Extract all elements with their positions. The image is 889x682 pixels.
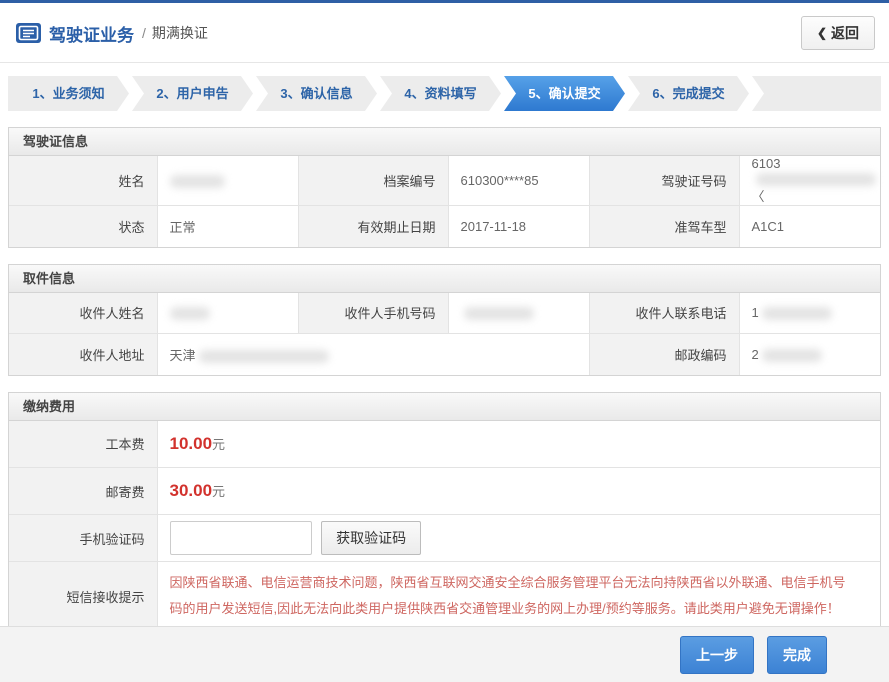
sms-notice-text: 因陕西省联通、电信运营商技术问题，陕西省互联网交通安全综合服务管理平台无法向持陕… [158, 562, 881, 630]
redacted-license-no [756, 173, 876, 186]
sms-code-cell: 获取验证码 [157, 515, 880, 562]
redacted-zip [762, 349, 822, 362]
recipient-phone-label: 收件人联系电话 [589, 293, 739, 334]
table-row: 状态 正常 有效期止日期 2017-11-18 准驾车型 A1C1 [9, 206, 880, 247]
table-row: 收件人地址 天津 邮政编码 2 [9, 334, 880, 375]
license-no-label: 驾驶证号码 [589, 156, 739, 206]
mail-fee-label: 邮寄费 [9, 468, 157, 515]
table-row: 收件人姓名 收件人手机号码 收件人联系电话 1 [9, 293, 880, 334]
work-fee-value: 10.00元 [157, 421, 880, 468]
step-1-business-notice[interactable]: 1、业务须知 [8, 76, 129, 111]
recipient-mobile-label: 收件人手机号码 [298, 293, 448, 334]
fees-table: 工本费 10.00元 邮寄费 30.00元 手机验证码 获取验证码 短信接收提示… [9, 421, 880, 631]
footer-action-bar: 上一步 完成 [0, 626, 889, 682]
section-pickup-title: 取件信息 [9, 265, 880, 293]
zip-code-label: 邮政编码 [589, 334, 739, 375]
back-button[interactable]: ❮ 返回 [801, 16, 875, 50]
zip-prefix: 2 [752, 347, 759, 362]
section-fees: 缴纳费用 工本费 10.00元 邮寄费 30.00元 手机验证码 获取验证码 短… [8, 392, 881, 632]
work-fee-amount: 10.00 [170, 434, 213, 453]
table-row: 姓名 档案编号 610300****85 驾驶证号码 6103 〈 [9, 156, 880, 206]
step-5-confirm-submit-active[interactable]: 5、确认提交 [504, 76, 625, 111]
step-2-user-declaration[interactable]: 2、用户申告 [132, 76, 253, 111]
work-fee-label: 工本费 [9, 421, 157, 468]
table-row: 邮寄费 30.00元 [9, 468, 880, 515]
address-prefix: 天津 [170, 348, 196, 363]
table-row: 工本费 10.00元 [9, 421, 880, 468]
mail-fee-amount: 30.00 [170, 481, 213, 500]
vehicle-class-label: 准驾车型 [589, 206, 739, 247]
expiry-label: 有效期止日期 [298, 206, 448, 247]
page-title: 驾驶证业务 [49, 21, 134, 46]
license-no-tail: 〈 [752, 189, 765, 204]
page-header: 驾驶证业务 / 期满换证 ❮ 返回 [0, 3, 889, 63]
sms-notice-label: 短信接收提示 [9, 562, 157, 631]
step-wizard: 1、业务须知 2、用户申告 3、确认信息 4、资料填写 5、确认提交 6、完成提… [8, 76, 881, 111]
breadcrumb-current: 期满换证 [152, 23, 208, 43]
step-3-confirm-info[interactable]: 3、确认信息 [256, 76, 377, 111]
section-license-info: 驾驶证信息 姓名 档案编号 610300****85 驾驶证号码 6103 〈 状… [8, 127, 881, 248]
recipient-address-label: 收件人地址 [9, 334, 157, 375]
file-no-label: 档案编号 [298, 156, 448, 206]
sms-notice-cell: 因陕西省联通、电信运营商技术问题，陕西省互联网交通安全综合服务管理平台无法向持陕… [157, 562, 880, 631]
license-info-table: 姓名 档案编号 610300****85 驾驶证号码 6103 〈 状态 正常 有… [9, 156, 880, 247]
breadcrumb-divider: / [142, 25, 146, 41]
table-row: 短信接收提示 因陕西省联通、电信运营商技术问题，陕西省互联网交通安全综合服务管理… [9, 562, 880, 631]
step-4-fill-data[interactable]: 4、资料填写 [380, 76, 501, 111]
section-pickup-info: 取件信息 收件人姓名 收件人手机号码 收件人联系电话 1 收件人地址 天津 邮政… [8, 264, 881, 376]
recipient-name-value [157, 293, 298, 334]
zip-code-value: 2 [739, 334, 880, 375]
previous-step-button[interactable]: 上一步 [680, 636, 754, 674]
step-6-finish-submit[interactable]: 6、完成提交 [628, 76, 749, 111]
vehicle-class-value: A1C1 [739, 206, 880, 247]
finish-button[interactable]: 完成 [767, 636, 827, 674]
work-fee-unit: 元 [212, 437, 225, 452]
license-no-prefix: 6103 [752, 156, 781, 171]
redacted-recipient-name [170, 307, 210, 320]
step-bar-filler [752, 76, 881, 111]
section-license-title: 驾驶证信息 [9, 128, 880, 156]
recipient-name-label: 收件人姓名 [9, 293, 157, 334]
sms-code-label: 手机验证码 [9, 515, 157, 562]
chevron-left-icon: ❮ [817, 26, 827, 40]
redacted-recipient-mobile [464, 307, 534, 320]
recipient-mobile-value [448, 293, 589, 334]
section-fees-title: 缴纳费用 [9, 393, 880, 421]
recipient-phone-value: 1 [739, 293, 880, 334]
redacted-recipient-phone [762, 307, 832, 320]
mail-fee-unit: 元 [212, 484, 225, 499]
redacted-address [199, 350, 329, 363]
recipient-address-value: 天津 [157, 334, 589, 375]
pickup-info-table: 收件人姓名 收件人手机号码 收件人联系电话 1 收件人地址 天津 邮政编码 2 [9, 293, 880, 375]
status-label: 状态 [9, 206, 157, 247]
table-row: 手机验证码 获取验证码 [9, 515, 880, 562]
license-form-icon [16, 23, 41, 43]
redacted-name [170, 175, 225, 188]
sms-code-input[interactable] [170, 521, 312, 555]
license-no-value: 6103 〈 [739, 156, 880, 206]
mail-fee-value: 30.00元 [157, 468, 880, 515]
phone-prefix: 1 [752, 305, 759, 320]
get-sms-code-button[interactable]: 获取验证码 [321, 521, 421, 555]
file-no-value: 610300****85 [448, 156, 589, 206]
name-value [157, 156, 298, 206]
name-label: 姓名 [9, 156, 157, 206]
back-button-label: 返回 [831, 23, 859, 43]
status-value: 正常 [157, 206, 298, 247]
expiry-value: 2017-11-18 [448, 206, 589, 247]
